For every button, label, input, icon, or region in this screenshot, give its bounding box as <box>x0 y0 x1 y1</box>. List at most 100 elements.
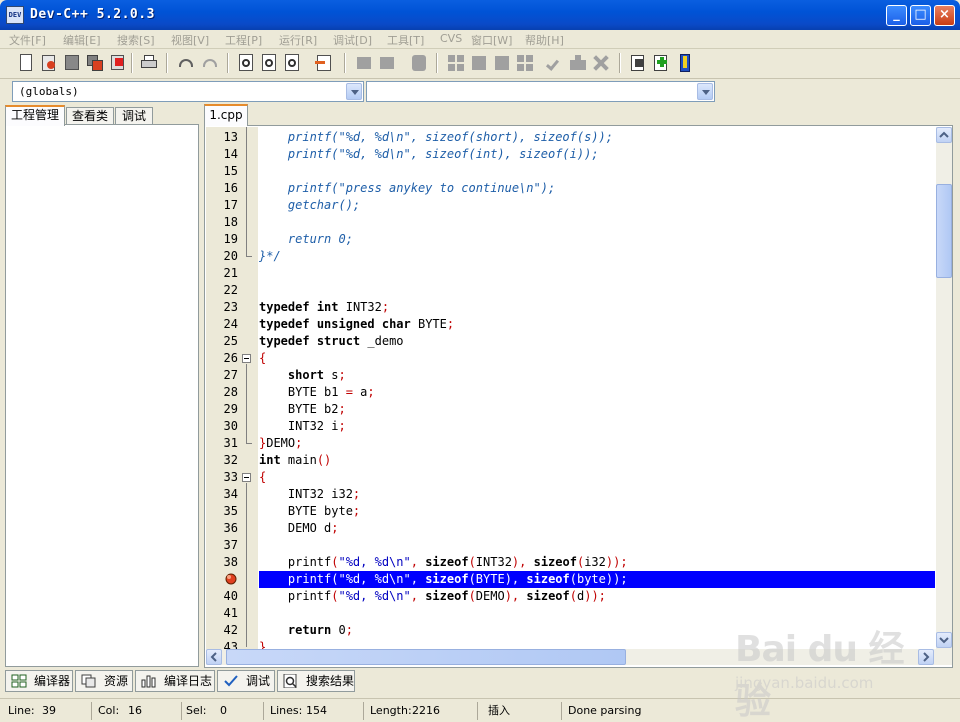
scroll-up-button[interactable] <box>936 127 952 143</box>
tab-file-1cpp[interactable]: 1.cpp <box>204 104 248 126</box>
code-line[interactable] <box>259 214 935 231</box>
save-icon[interactable] <box>61 52 83 74</box>
find-next-icon[interactable] <box>282 52 304 74</box>
status-sel: Sel: 0 <box>184 702 264 720</box>
code-area[interactable]: printf("%d, %d\n", sizeof(short), sizeof… <box>259 129 935 649</box>
code-line[interactable]: printf("%d, %d\n", sizeof(short), sizeof… <box>259 129 935 146</box>
stop-icon[interactable] <box>590 52 612 74</box>
code-line[interactable]: BYTE b2; <box>259 401 935 418</box>
line-number: 36 <box>223 521 238 535</box>
new-file-icon[interactable] <box>15 52 37 74</box>
code-line[interactable]: INT32 i; <box>259 418 935 435</box>
code-line[interactable]: BYTE byte; <box>259 503 935 520</box>
code-line[interactable]: getchar(); <box>259 197 935 214</box>
run-icon[interactable] <box>468 52 490 74</box>
new-project-icon[interactable] <box>627 52 649 74</box>
tab-project-manager[interactable]: 工程管理 <box>5 105 65 126</box>
rebuild-icon[interactable] <box>514 52 536 74</box>
code-line[interactable]: printf("%d, %d\n", sizeof(INT32), sizeof… <box>259 554 935 571</box>
vertical-scrollbar[interactable] <box>936 127 952 649</box>
code-editor[interactable]: 13 14 15 16 17 18 19 20 21 22 23 24 25 26 27 28 29 30 31 32… <box>204 125 953 668</box>
code-line-current[interactable]: printf("%d, %d\n", sizeof(BYTE), sizeof(… <box>259 571 935 588</box>
code-line[interactable]: printf("%d, %d\n", sizeof(DEMO), sizeof(… <box>259 588 935 605</box>
menu-window[interactable]: 窗口[W] <box>471 32 512 48</box>
check-syntax-icon[interactable] <box>544 52 566 74</box>
tab-resources[interactable]: 资源 <box>75 670 133 692</box>
open-file-icon[interactable] <box>38 52 60 74</box>
scroll-thumb[interactable] <box>226 649 626 665</box>
close-button[interactable]: × <box>934 5 955 26</box>
goto-line-icon[interactable] <box>313 52 335 74</box>
menu-debug[interactable]: 调试[D] <box>333 32 372 48</box>
project-options-icon[interactable] <box>408 52 430 74</box>
code-line[interactable]: INT32 i32; <box>259 486 935 503</box>
insert-icon[interactable] <box>650 52 672 74</box>
code-line[interactable]: printf("press anykey to continue\n"); <box>259 180 935 197</box>
watermark-logo: Bai du 经验 <box>735 629 905 722</box>
print-icon[interactable] <box>138 52 160 74</box>
scroll-left-button[interactable] <box>206 649 222 665</box>
undo-icon[interactable] <box>176 52 198 74</box>
menu-view[interactable]: 视图[V] <box>171 32 209 48</box>
close-file-icon[interactable] <box>107 52 129 74</box>
menu-file[interactable]: 文件[F] <box>9 32 46 48</box>
code-line[interactable]: }*/ <box>259 248 935 265</box>
chevron-down-icon[interactable] <box>346 83 362 100</box>
compile-icon[interactable] <box>445 52 467 74</box>
toolbar <box>0 49 960 79</box>
code-line[interactable]: short s; <box>259 367 935 384</box>
find-icon[interactable] <box>236 52 258 74</box>
status-message-text: Done parsing <box>568 704 642 717</box>
code-line[interactable]: return 0; <box>259 231 935 248</box>
tab-compiler[interactable]: 编译器 <box>5 670 73 692</box>
maximize-button[interactable]: □ <box>910 5 931 26</box>
code-line[interactable]: typedef struct _demo <box>259 333 935 350</box>
line-number: 25 <box>223 334 238 348</box>
scroll-thumb[interactable] <box>936 184 952 278</box>
code-line[interactable]: }DEMO; <box>259 435 935 452</box>
tab-compile-log[interactable]: 编译日志 <box>135 670 215 692</box>
menu-bar: 文件[F] 编辑[E] 搜索[S] 视图[V] 工程[P] 运行[R] 调试[D… <box>0 30 960 49</box>
replace-icon[interactable] <box>259 52 281 74</box>
code-line[interactable]: int main() <box>259 452 935 469</box>
line-number: 13 <box>223 130 238 144</box>
minimize-button[interactable]: _ <box>886 5 907 26</box>
tab-debug[interactable]: 调试 <box>115 107 153 125</box>
code-line[interactable]: typedef int INT32; <box>259 299 935 316</box>
menu-edit[interactable]: 编辑[E] <box>63 32 101 48</box>
menu-cvs[interactable]: CVS <box>440 32 462 45</box>
code-line[interactable]: printf("%d, %d\n", sizeof(int), sizeof(i… <box>259 146 935 163</box>
tab-debug-output[interactable]: 调试 <box>217 670 275 692</box>
code-line[interactable]: { <box>259 469 935 486</box>
code-line[interactable]: { <box>259 350 935 367</box>
function-select[interactable] <box>366 81 715 102</box>
menu-project[interactable]: 工程[P] <box>225 32 262 48</box>
menu-help[interactable]: 帮助[H] <box>525 32 564 48</box>
project-tree[interactable] <box>5 124 199 667</box>
code-line[interactable]: typedef unsigned char BYTE; <box>259 316 935 333</box>
fold-toggle-icon[interactable] <box>242 354 251 363</box>
add-to-project-icon[interactable] <box>353 52 375 74</box>
chevron-down-icon[interactable] <box>697 83 713 100</box>
fold-toggle-icon[interactable] <box>242 473 251 482</box>
code-line[interactable] <box>259 537 935 554</box>
code-line[interactable]: BYTE b1 = a; <box>259 384 935 401</box>
fold-line <box>246 364 247 443</box>
debug-icon[interactable] <box>567 52 589 74</box>
code-line[interactable] <box>259 163 935 180</box>
tab-search-results[interactable]: 搜索结果 <box>277 670 355 692</box>
menu-search[interactable]: 搜索[S] <box>117 32 155 48</box>
code-line[interactable] <box>259 265 935 282</box>
code-line[interactable] <box>259 282 935 299</box>
tab-class-browser[interactable]: 查看类 <box>66 107 114 125</box>
menu-run[interactable]: 运行[R] <box>279 32 317 48</box>
redo-icon[interactable] <box>199 52 221 74</box>
code-line[interactable]: DEMO d; <box>259 520 935 537</box>
save-all-icon[interactable] <box>84 52 106 74</box>
compile-run-icon[interactable] <box>491 52 513 74</box>
bookmark-icon[interactable] <box>674 52 696 74</box>
menu-tools[interactable]: 工具[T] <box>387 32 424 48</box>
scroll-down-button[interactable] <box>936 632 952 648</box>
remove-from-project-icon[interactable] <box>376 52 398 74</box>
scope-select[interactable]: (globals) <box>12 81 364 102</box>
